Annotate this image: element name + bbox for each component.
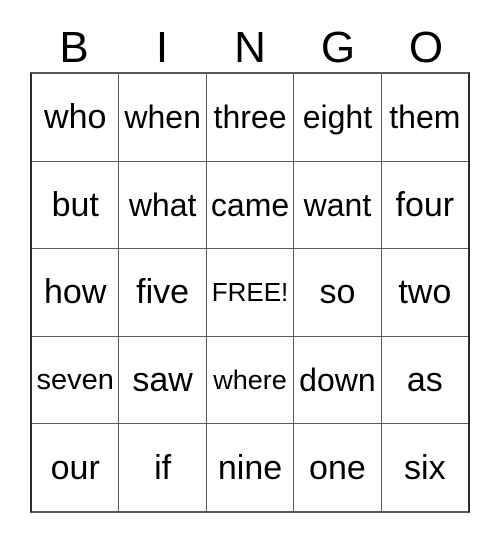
bingo-cell[interactable]: where (205, 336, 293, 424)
bingo-cell[interactable]: seven (32, 337, 118, 424)
bingo-cell[interactable]: our (32, 424, 118, 511)
bingo-cell[interactable]: one (293, 424, 380, 511)
bingo-cell[interactable]: what (118, 161, 205, 249)
bingo-cell[interactable]: came (205, 161, 293, 249)
bingo-cell[interactable]: them (380, 74, 468, 161)
bingo-cell[interactable]: when (118, 74, 205, 161)
bingo-cell[interactable]: but (32, 162, 118, 249)
bingo-cell[interactable]: down (293, 336, 380, 424)
bingo-row: seven saw where down as (32, 335, 468, 424)
bingo-cell[interactable]: who (32, 74, 118, 161)
bingo-free-cell[interactable]: FREE! (205, 249, 293, 336)
bingo-cell[interactable]: three (205, 74, 293, 161)
header-letter-g: G (320, 23, 356, 72)
bingo-cell[interactable]: nine (205, 424, 293, 511)
bingo-card: B I N G O who when three eight them but … (0, 0, 500, 544)
bingo-row: but what came want four (32, 160, 468, 249)
bingo-cell[interactable]: two (380, 249, 468, 336)
bingo-cell[interactable]: so (293, 249, 380, 336)
bingo-cell[interactable]: eight (293, 74, 380, 161)
bingo-row: how five FREE! so two (32, 248, 468, 336)
bingo-cell[interactable]: six (380, 424, 468, 511)
bingo-cell[interactable]: saw (118, 336, 205, 424)
bingo-cell[interactable]: if (118, 424, 205, 511)
bingo-cell[interactable]: want (293, 161, 380, 249)
bingo-row: our if nine one six (32, 423, 468, 511)
header-letter-o: O (408, 23, 444, 72)
bingo-cell[interactable]: how (32, 249, 118, 336)
header-letter-i: I (155, 23, 169, 72)
bingo-row: who when three eight them (32, 74, 468, 161)
bingo-cell[interactable]: five (118, 249, 205, 336)
header-letter-n: N (234, 23, 266, 72)
bingo-grid: who when three eight them but what came … (30, 72, 470, 513)
bingo-cell[interactable]: as (380, 336, 468, 424)
bingo-cell[interactable]: four (380, 161, 468, 249)
header-letter-b: B (59, 23, 89, 72)
bingo-header: B I N G O (30, 20, 470, 70)
